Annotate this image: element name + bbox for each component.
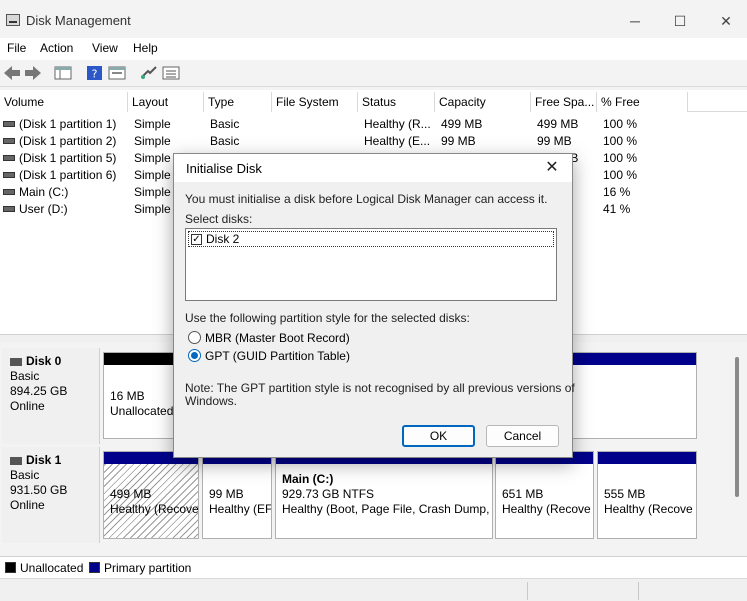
back-arrow-icon[interactable]: [3, 65, 21, 81]
disk-1-partition-6[interactable]: 555 MB Healthy (Recove: [597, 451, 697, 539]
cancel-button[interactable]: Cancel: [486, 425, 559, 447]
cell-percent-free: 100 %: [603, 151, 638, 165]
list-item-disk-2[interactable]: ✓ Disk 2: [188, 231, 554, 247]
column-status[interactable]: Status: [358, 92, 435, 112]
console-tree-icon[interactable]: [54, 65, 72, 81]
svg-text:?: ?: [92, 68, 98, 81]
cell-status: Healthy (R...: [364, 117, 431, 131]
menu-bar: File Action View Help: [0, 38, 747, 60]
close-button[interactable]: ✕: [706, 8, 746, 34]
menu-action[interactable]: Action: [40, 41, 73, 55]
volume-icon: [3, 189, 15, 195]
disk-0-primary-partition[interactable]: [570, 352, 697, 439]
disk-icon: [10, 357, 22, 366]
ok-button[interactable]: OK: [402, 425, 475, 447]
properties-icon[interactable]: [108, 65, 126, 81]
cell-percent-free: 100 %: [603, 134, 638, 148]
gpt-label[interactable]: GPT (GUID Partition Table): [205, 349, 350, 363]
select-disks-label: Select disks:: [185, 212, 253, 226]
disk-1-partition-5[interactable]: 651 MB Healthy (Recove: [495, 451, 594, 539]
cell-capacity: 499 MB: [441, 117, 483, 131]
mbr-radio[interactable]: [188, 331, 201, 344]
volume-icon: [3, 138, 15, 144]
cell-layout: Simple: [134, 134, 171, 148]
unallocated-bar: [104, 353, 174, 365]
toolbar: ?: [0, 61, 747, 87]
title-bar: Disk Management ─ ☐ ✕: [0, 0, 747, 40]
volume-icon: [3, 121, 15, 127]
maximize-button[interactable]: ☐: [660, 8, 700, 34]
cell-volume: User (D:): [19, 202, 68, 216]
mbr-label[interactable]: MBR (Master Boot Record): [205, 331, 350, 345]
cell-volume: (Disk 1 partition 2): [19, 134, 117, 148]
forward-arrow-icon[interactable]: [24, 65, 42, 81]
column-file-system[interactable]: File System: [272, 92, 358, 112]
primary-swatch: [89, 562, 100, 573]
cell-percent-free: 100 %: [603, 168, 638, 182]
cell-status: Healthy (E...: [364, 134, 431, 148]
cell-free-space: 99 MB: [537, 134, 572, 148]
disk-0-unallocated-partition[interactable]: 16 MB Unallocated: [103, 352, 175, 439]
cell-layout: Simple: [134, 117, 171, 131]
disk-2-label: Disk 2: [206, 232, 240, 246]
partition-style-label: Use the following partition style for th…: [185, 311, 470, 325]
gpt-note-line-1: Note: The GPT partition style is not rec…: [185, 381, 575, 395]
window-title: Disk Management: [26, 13, 131, 28]
volume-icon: [3, 206, 15, 212]
disk-1-partition-1[interactable]: 499 MB Healthy (Recove: [103, 451, 199, 539]
menu-help[interactable]: Help: [133, 41, 158, 55]
column-free-space[interactable]: Free Spa...: [531, 92, 597, 112]
volume-icon: [3, 172, 15, 178]
menu-view[interactable]: View: [92, 41, 118, 55]
legend: Unallocated Primary partition: [0, 556, 747, 578]
disk-2-checkbox[interactable]: ✓: [191, 234, 202, 245]
disk-1-partition-2[interactable]: 99 MB Healthy (EF: [202, 451, 272, 539]
dialog-title: Initialise Disk: [186, 161, 262, 176]
list-view-icon[interactable]: [162, 65, 180, 81]
help-icon[interactable]: ?: [86, 65, 104, 81]
disk-0-label[interactable]: Disk 0 Basic 894.25 GB Online: [2, 348, 100, 444]
status-bar: [0, 578, 747, 601]
dialog-title-bar: Initialise Disk ✕: [174, 154, 572, 182]
legend-unallocated: Unallocated: [20, 561, 84, 575]
gpt-radio[interactable]: [188, 349, 201, 362]
disk-1-label[interactable]: Disk 1 Basic 931.50 GB Online: [2, 447, 100, 543]
cell-volume: Main (C:): [19, 185, 69, 199]
menu-file[interactable]: File: [7, 41, 26, 55]
minimize-button[interactable]: ─: [615, 8, 655, 34]
table-row[interactable]: (Disk 1 partition 1) Simple Basic Healthy (…: [0, 116, 747, 133]
column-volume[interactable]: Volume: [0, 92, 128, 112]
cell-capacity: 99 MB: [441, 134, 476, 148]
column-type[interactable]: Type: [204, 92, 272, 112]
cell-type: Basic: [210, 117, 240, 131]
cell-volume: (Disk 1 partition 6): [19, 168, 117, 182]
dialog-close-icon[interactable]: ✕: [540, 157, 564, 179]
primary-bar: [571, 353, 696, 365]
table-header: Volume Layout Type File System Status Ca…: [0, 92, 747, 112]
table-row[interactable]: (Disk 1 partition 2) Simple Basic Healthy (…: [0, 133, 747, 150]
cell-free-space: 499 MB: [537, 117, 579, 131]
cell-volume: (Disk 1 partition 5): [19, 151, 117, 165]
disk-1-main-c-partition[interactable]: Main (C:) 929.73 GB NTFS Healthy (Boot, Pa…: [275, 451, 493, 539]
legend-primary: Primary partition: [104, 561, 192, 575]
gpt-note-line-2: Windows.: [185, 394, 238, 408]
cell-percent-free: 16 %: [603, 185, 631, 199]
graph-scrollbar[interactable]: [735, 357, 739, 497]
cell-percent-free: 100 %: [603, 117, 638, 131]
cell-volume: (Disk 1 partition 1): [19, 117, 117, 131]
disk-management-icon: [6, 14, 20, 26]
cell-type: Basic: [210, 134, 240, 148]
dialog-message: You must initialise a disk before Logica…: [185, 192, 548, 206]
disk-icon: [10, 456, 22, 465]
column-layout[interactable]: Layout: [128, 92, 204, 112]
unallocated-swatch: [5, 562, 16, 573]
disk-listbox[interactable]: ✓ Disk 2: [185, 228, 557, 301]
cell-percent-free: 41 %: [603, 202, 631, 216]
initialise-disk-dialog: Initialise Disk ✕ You must initialise a …: [173, 153, 575, 458]
column-percent-free[interactable]: % Free: [597, 92, 688, 112]
column-capacity[interactable]: Capacity: [435, 92, 531, 112]
connect-icon[interactable]: [140, 65, 158, 81]
volume-icon: [3, 155, 15, 161]
